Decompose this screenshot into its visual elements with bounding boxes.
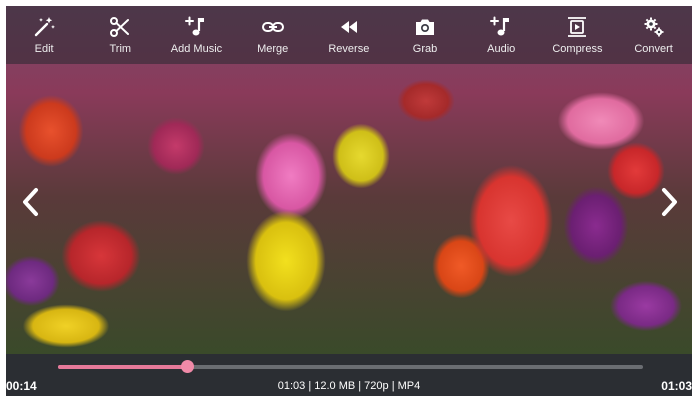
convert-label: Convert	[634, 43, 673, 55]
video-editor-frame: Edit Trim Add Music Merge Reverse Grab A…	[6, 6, 692, 396]
trim-tool-button[interactable]: Trim	[82, 6, 158, 64]
chevron-right-icon	[662, 188, 677, 216]
convert-tool-button[interactable]: Convert	[616, 6, 692, 64]
music-add-icon	[185, 16, 205, 36]
total-time: 01:03	[661, 379, 692, 393]
grab-tool-button[interactable]: Grab	[387, 6, 463, 64]
link-icon	[261, 22, 284, 32]
edit-label: Edit	[34, 43, 54, 55]
audio-tool-button[interactable]: Audio	[463, 6, 539, 64]
previous-button[interactable]	[16, 182, 46, 222]
playback-bar: 00:14 01:03 | 12.0 MB | 720p | MP4 01:03	[6, 354, 692, 396]
merge-label: Merge	[257, 43, 289, 55]
add-music-tool-button[interactable]: Add Music	[158, 6, 234, 64]
compress-video-icon	[568, 17, 587, 37]
edit-tool-button[interactable]: Edit	[6, 6, 82, 64]
compress-label: Compress	[552, 43, 603, 55]
reverse-tool-button[interactable]: Reverse	[311, 6, 387, 64]
trim-label: Trim	[109, 43, 132, 55]
seek-bar[interactable]	[58, 360, 643, 373]
chevron-left-icon	[23, 188, 38, 216]
rewind-icon	[340, 21, 357, 33]
add-music-label: Add Music	[170, 43, 223, 55]
grab-label: Grab	[412, 43, 438, 55]
top-toolbar: Edit Trim Add Music Merge Reverse Grab A…	[6, 6, 692, 64]
compress-tool-button[interactable]: Compress	[539, 6, 615, 64]
music-note-icon	[490, 16, 510, 36]
reverse-label: Reverse	[328, 43, 370, 55]
merge-tool-button[interactable]: Merge	[235, 6, 311, 64]
seek-handle[interactable]	[180, 360, 194, 373]
gears-icon	[644, 17, 664, 37]
seek-progress	[58, 365, 187, 369]
video-info: 01:03 | 12.0 MB | 720p | MP4	[277, 380, 421, 392]
camera-icon	[416, 19, 435, 35]
scissors-icon	[110, 17, 130, 37]
magic-wand-icon	[34, 17, 55, 37]
next-button[interactable]	[654, 182, 684, 222]
audio-label: Audio	[487, 43, 516, 55]
